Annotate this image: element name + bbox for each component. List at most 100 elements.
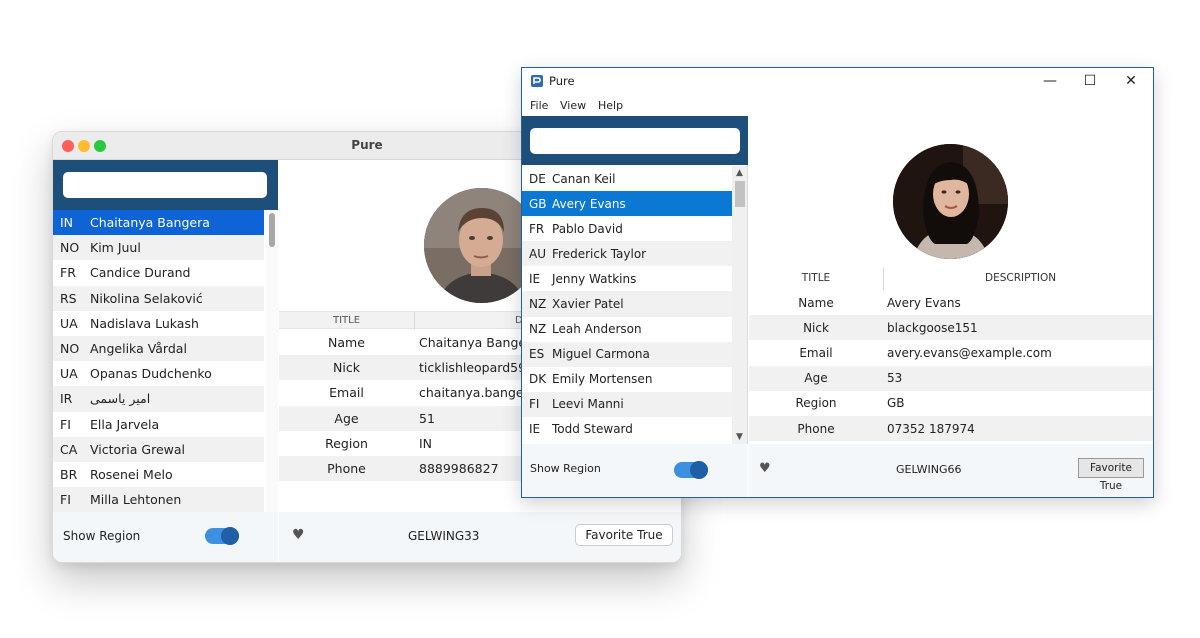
search-input[interactable] <box>530 128 740 154</box>
person-list: DE Canan Keil GB Avery Evans FR Pablo David AU… <box>522 166 732 446</box>
scrollbar-thumb[interactable] <box>269 213 275 247</box>
person-name: Chaitanya Bangera <box>90 215 210 231</box>
favorite-button[interactable]: Favorite True <box>575 524 673 546</box>
description-column-header: DESCRIPTION <box>985 272 1057 284</box>
region-code: NZ <box>529 297 547 312</box>
avatar <box>893 144 1008 259</box>
person-name: Rosenei Melo <box>90 466 173 482</box>
person-name: Leevi Manni <box>552 397 624 412</box>
detail-value: 07352 187974 <box>887 421 975 436</box>
person-name: Todd Steward <box>552 422 633 437</box>
region-code: BR <box>60 466 78 482</box>
detail-key: Age <box>804 371 828 386</box>
detail-footer: ♥ GELWING33 Favorite True <box>279 512 681 562</box>
person-name: Pablo David <box>552 221 623 236</box>
detail-key: Nick <box>803 320 829 335</box>
scroll-down-icon[interactable]: ▼ <box>732 432 747 442</box>
list-item[interactable]: DK Emily Mortensen <box>522 367 732 392</box>
detail-row-phone: Phone 07352 187974 <box>749 416 1153 441</box>
list-item[interactable]: NO Angelika Vårdal <box>53 335 264 362</box>
minimize-icon[interactable]: — <box>1030 71 1070 91</box>
list-item[interactable]: RS Nikolina Selaković <box>53 285 264 311</box>
title-column-header: TITLE <box>801 272 831 284</box>
windows-window: Pure — ☐ ✕ File View Help DE Canan Keil GB… <box>521 67 1154 498</box>
person-name: Milla Lehtonen <box>90 492 182 508</box>
list-scrollbar[interactable]: ▲ ▼ <box>732 166 747 446</box>
detail-key: Phone <box>327 461 366 476</box>
list-item[interactable]: FR Pablo David <box>522 216 732 241</box>
search-bar <box>53 160 278 210</box>
show-region-label: Show Region <box>63 529 141 543</box>
person-name: Miguel Carmona <box>552 347 650 362</box>
detail-value: ticklishleopard598 <box>419 360 534 376</box>
region-code: FI <box>60 492 71 508</box>
detail-row-age: Age 53 <box>749 365 1153 391</box>
list-item[interactable]: IE Todd Steward <box>522 417 732 442</box>
footer-username: GELWING66 <box>896 463 962 476</box>
detail-row-email: Email avery.evans@example.com <box>749 340 1153 365</box>
person-name: Nadislava Lukash <box>90 315 199 331</box>
list-item[interactable]: CA Victoria Grewal <box>53 436 264 462</box>
detail-value: Avery Evans <box>887 295 961 310</box>
region-code: IE <box>529 422 541 437</box>
heart-icon[interactable]: ♥ <box>292 527 305 543</box>
list-item[interactable]: IR امیر یاسمی <box>53 386 264 412</box>
person-name: Jenny Watkins <box>552 271 637 286</box>
detail-key: Phone <box>797 421 835 436</box>
sidebar: IN Chaitanya Bangera NO Kim Juul FR Candice D… <box>53 160 278 562</box>
person-name: Nikolina Selaković <box>90 290 203 306</box>
list-item[interactable]: UA Nadislava Lukash <box>53 311 264 336</box>
region-code: IR <box>60 391 73 407</box>
detail-row-nick: Nick blackgoose151 <box>749 315 1153 341</box>
list-item[interactable]: NZ Xavier Patel <box>522 291 732 317</box>
list-item[interactable]: GB Avery Evans <box>522 191 732 217</box>
list-item[interactable]: IE Jenny Watkins <box>522 266 732 291</box>
search-input[interactable] <box>63 172 267 198</box>
detail-key: Name <box>328 335 365 350</box>
show-region-toggle[interactable] <box>674 461 708 479</box>
maximize-icon[interactable]: ☐ <box>1070 71 1110 91</box>
person-name: Victoria Grewal <box>90 441 186 457</box>
list-item[interactable]: FI Milla Lehtonen <box>53 487 264 513</box>
show-region-label: Show Region <box>530 462 601 475</box>
region-code: FR <box>60 265 76 281</box>
list-item[interactable]: IN Chaitanya Bangera <box>53 210 264 236</box>
list-item[interactable]: FI Leevi Manni <box>522 391 732 417</box>
list-item[interactable]: DE Canan Keil <box>522 166 732 191</box>
scrollbar-thumb[interactable] <box>735 181 745 207</box>
detail-footer: ♥ GELWING66 Favorite True <box>749 444 1153 497</box>
app-icon <box>531 75 543 87</box>
region-code: FR <box>529 221 545 236</box>
list-item[interactable]: ES Miguel Carmona <box>522 341 732 367</box>
detail-key: Name <box>798 295 834 310</box>
show-region-toggle[interactable] <box>205 527 239 545</box>
menu-help[interactable]: Help <box>598 99 623 112</box>
detail-value: chaitanya.bangera <box>419 385 537 401</box>
detail-value: GB <box>887 396 905 411</box>
person-name: Xavier Patel <box>552 297 624 312</box>
region-code: AU <box>529 246 546 261</box>
toggle-knob <box>690 461 708 479</box>
list-item[interactable]: NO Kim Juul <box>53 235 264 261</box>
list-item[interactable]: BR Rosenei Melo <box>53 462 264 487</box>
heart-icon[interactable]: ♥ <box>759 461 771 476</box>
detail-value: 51 <box>419 410 435 426</box>
detail-value: blackgoose151 <box>887 320 978 335</box>
favorite-button[interactable]: Favorite True <box>1078 458 1144 492</box>
detail-pane: TITLE DESCRIPTION Name Avery Evans Nick bla… <box>749 116 1153 497</box>
list-item[interactable]: NZ Leah Anderson <box>522 317 732 342</box>
list-scrollbar[interactable] <box>266 210 278 514</box>
region-code: RS <box>60 290 77 306</box>
title-column-header: TITLE <box>332 315 361 326</box>
sidebar-footer: Show Region <box>522 444 748 497</box>
list-item[interactable]: AU Frederick Taylor <box>522 241 732 267</box>
menu-file[interactable]: File <box>530 99 548 112</box>
list-item[interactable]: UA Opanas Dudchenko <box>53 361 264 386</box>
scroll-up-icon[interactable]: ▲ <box>732 168 747 178</box>
region-code: FI <box>529 397 540 412</box>
menu-view[interactable]: View <box>560 99 586 112</box>
list-item[interactable]: FR Candice Durand <box>53 260 264 285</box>
list-item[interactable]: FI Ella Jarvela <box>53 412 264 437</box>
person-name: Canan Keil <box>552 171 616 186</box>
close-icon[interactable]: ✕ <box>1111 71 1151 91</box>
